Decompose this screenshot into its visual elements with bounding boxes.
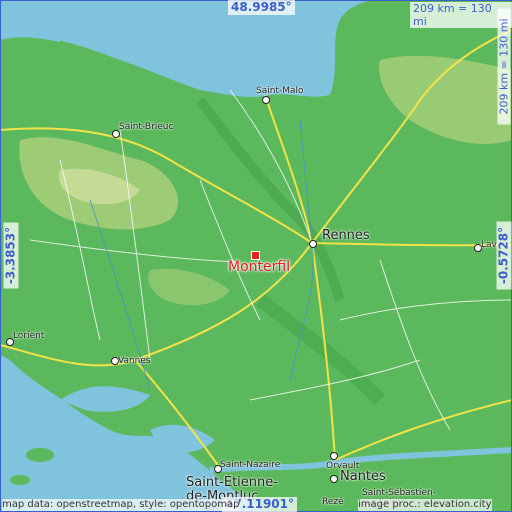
city-label-vannes: Vannes (118, 356, 151, 366)
city-label-saint-malo: Saint-Malo (256, 86, 304, 96)
coord-left: -3.3853° (3, 222, 19, 289)
city-label-rennes: Rennes (322, 228, 370, 243)
city-label-saint-brieuc: Saint-Brieuc (119, 122, 174, 132)
coord-top: 48.9985° (228, 0, 295, 15)
city-marker (330, 475, 338, 483)
city-marker (309, 240, 317, 248)
attribution-map-data: map data: openstreetmap, style: opentopo… (2, 499, 240, 511)
coord-right: -0.5728° (496, 221, 512, 290)
scale-vertical: 209 km = 130 mi (497, 8, 511, 125)
city-label-nantes: Nantes (340, 469, 386, 484)
city-label-lorient: Lorient (13, 331, 45, 341)
attribution-image-proc: image proc.: elevation.city (358, 499, 492, 511)
place-label: Monterfil (228, 259, 291, 275)
map[interactable]: Saint-Malo Saint-Brieuc Rennes Laval Lor… (0, 0, 512, 512)
city-label-reze: Rezé (322, 497, 344, 507)
city-label-saint-nazaire: Saint-Nazaire (220, 460, 281, 470)
city-marker (330, 452, 338, 460)
city-marker (262, 96, 270, 104)
